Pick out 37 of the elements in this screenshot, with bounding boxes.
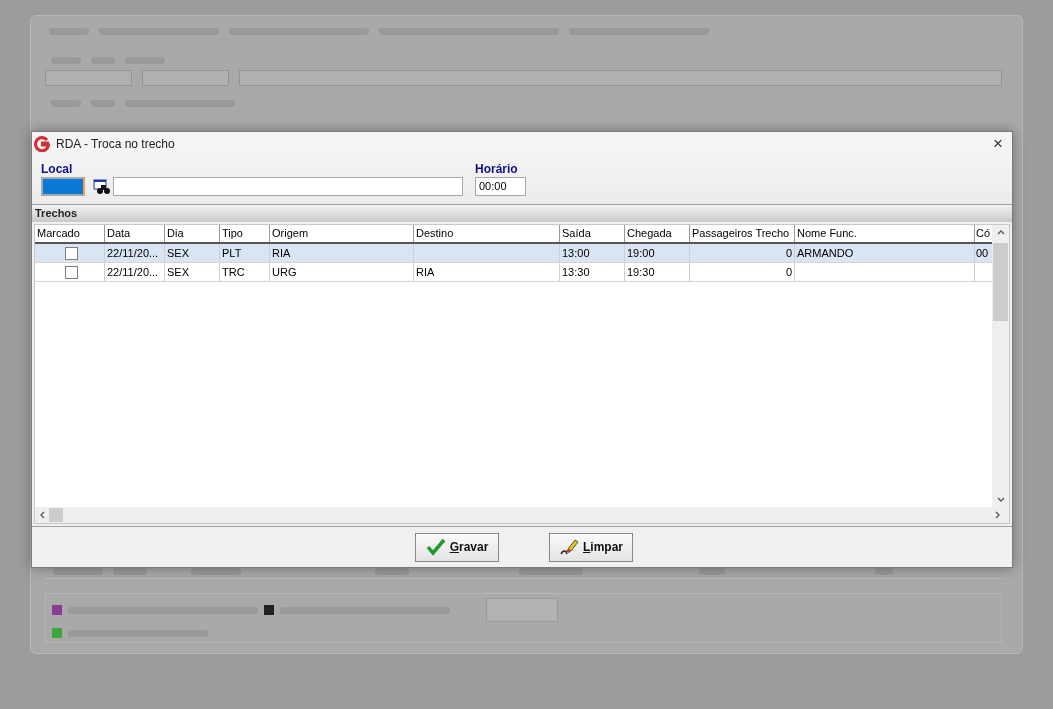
column-header[interactable]: Marcado [35, 225, 105, 242]
save-button[interactable]: Gravar [415, 532, 499, 562]
table-cell: TRC [220, 263, 270, 281]
column-header[interactable]: Destino [414, 225, 560, 242]
table-cell: 19:00 [625, 244, 690, 262]
column-header[interactable]: Tipo [220, 225, 270, 242]
table-cell: 13:30 [560, 263, 625, 281]
table-cell: RIA [414, 263, 560, 281]
table-cell-text: 00 [975, 246, 990, 261]
column-header[interactable]: Saída [560, 225, 625, 242]
table-cell: 0 [690, 244, 795, 262]
table-cell: 0 [690, 263, 795, 281]
table-cell: PLT [220, 244, 270, 262]
table-cell: SEX [165, 263, 220, 281]
table-cell: ARMANDO [795, 244, 975, 262]
column-header[interactable]: Chegada [625, 225, 690, 242]
close-button[interactable]: × [988, 134, 1008, 153]
section-header: Trechos [32, 205, 1012, 222]
table-cell: 13:00 [560, 244, 625, 262]
clear-button[interactable]: Limpar [549, 532, 633, 562]
column-header[interactable]: Dia [165, 225, 220, 242]
column-header[interactable]: Data [105, 225, 165, 242]
table-row[interactable]: 22/11/20... SEX PLT RIA 13:00 19:00 0 ARMANDO 00 [35, 244, 992, 263]
field-label: Horário [475, 162, 519, 176]
table-row[interactable]: 22/11/20... SEX TRC URG RIA 13:30 19:30 0 [35, 263, 992, 282]
table-cell: RIA [270, 244, 414, 262]
table-cell: 22/11/20... [105, 263, 165, 281]
window-title: RDA - Troca no trecho [56, 136, 176, 151]
column-header[interactable]: Passageiros Trecho [690, 225, 795, 242]
table-cell: 22/11/20... [105, 244, 165, 262]
column-header[interactable]: Nome Func. [795, 225, 975, 242]
table-cell: 19:30 [625, 263, 690, 281]
field-label: Local [41, 162, 74, 176]
table-cell: SEX [165, 244, 220, 262]
table-cell: URG [270, 263, 414, 281]
column-header[interactable]: Origem [270, 225, 414, 242]
time-field[interactable]: 00:00 [475, 177, 526, 196]
